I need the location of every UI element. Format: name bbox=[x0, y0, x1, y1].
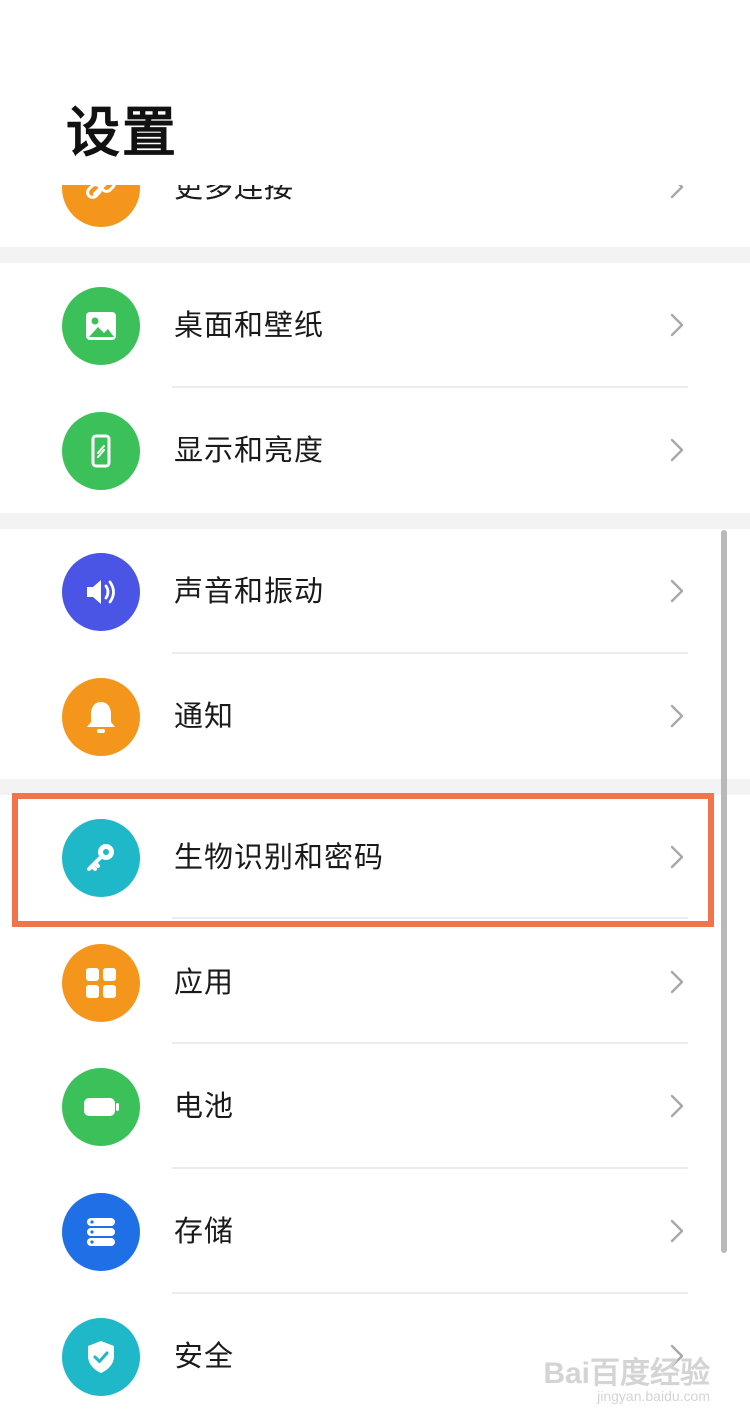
settings-item-label: 显示和亮度 bbox=[174, 433, 325, 467]
storage-icon bbox=[62, 1193, 140, 1271]
settings-item-label: 电池 bbox=[174, 1089, 235, 1123]
battery-icon bbox=[62, 1068, 140, 1146]
speaker-icon bbox=[62, 553, 140, 631]
image-icon bbox=[62, 287, 140, 365]
highlight-box bbox=[12, 793, 714, 927]
chevron-right-icon bbox=[670, 313, 684, 337]
settings-item-label: 安全 bbox=[174, 1339, 235, 1373]
apps-grid-icon bbox=[62, 944, 140, 1022]
settings-item-label: 更多连接 bbox=[174, 185, 295, 204]
settings-item-sound-vibration[interactable]: 声音和振动 bbox=[0, 529, 750, 653]
chevron-right-icon bbox=[670, 438, 684, 462]
bell-icon bbox=[62, 678, 140, 756]
settings-item-label: 通知 bbox=[174, 699, 235, 733]
settings-item-battery[interactable]: 电池 bbox=[0, 1044, 750, 1168]
scrollbar[interactable] bbox=[721, 530, 727, 1253]
settings-item-label: 存储 bbox=[174, 1214, 235, 1248]
settings-item-notification[interactable]: 通知 bbox=[0, 654, 750, 778]
settings-group-display: 桌面和壁纸 显示和亮度 bbox=[0, 263, 750, 513]
settings-item-more-connections[interactable]: 更多连接 bbox=[0, 185, 750, 247]
watermark: Bai百度经验 jingyan.baidu.com bbox=[543, 1348, 710, 1404]
chevron-right-icon bbox=[670, 1219, 684, 1243]
phone-brightness-icon bbox=[62, 412, 140, 490]
chevron-right-icon bbox=[670, 185, 684, 199]
chevron-right-icon bbox=[670, 579, 684, 603]
settings-item-display-brightness[interactable]: 显示和亮度 bbox=[0, 388, 750, 512]
settings-group-sound: 声音和振动 通知 bbox=[0, 529, 750, 779]
settings-item-label: 桌面和壁纸 bbox=[174, 308, 325, 342]
header: 设置 bbox=[0, 0, 750, 185]
link-icon bbox=[62, 185, 140, 227]
settings-item-apps[interactable]: 应用 bbox=[0, 920, 750, 1044]
settings-item-label: 应用 bbox=[174, 965, 235, 999]
shield-icon bbox=[62, 1318, 140, 1396]
chevron-right-icon bbox=[670, 704, 684, 728]
settings-group-connections: 更多连接 bbox=[0, 185, 750, 247]
settings-item-storage[interactable]: 存储 bbox=[0, 1169, 750, 1293]
page-title: 设置 bbox=[66, 101, 178, 164]
settings-item-label: 声音和振动 bbox=[174, 574, 325, 608]
chevron-right-icon bbox=[670, 970, 684, 994]
watermark-logo-text: Bai百度经验 bbox=[543, 1357, 710, 1390]
chevron-right-icon bbox=[670, 1094, 684, 1118]
settings-item-desktop-wallpaper[interactable]: 桌面和壁纸 bbox=[0, 263, 750, 387]
